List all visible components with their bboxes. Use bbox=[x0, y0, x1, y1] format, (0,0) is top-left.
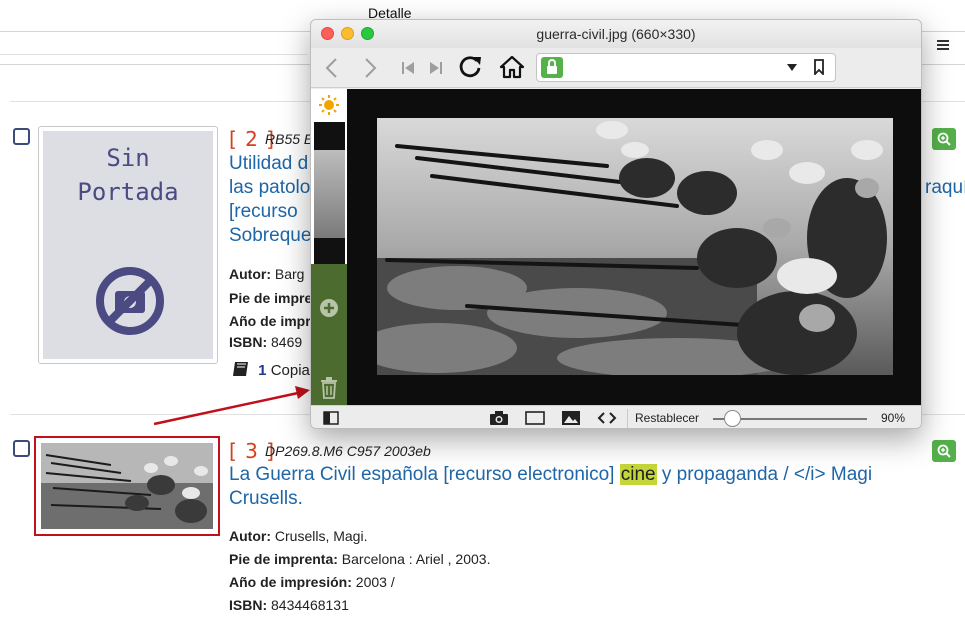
title-line[interactable]: [recurso bbox=[229, 200, 311, 224]
record-title-link[interactable]: Utilidad d las patolo [recurso Sobreque bbox=[229, 152, 311, 248]
cover-text-line: Sin bbox=[106, 144, 150, 172]
call-number: RB55 E bbox=[265, 131, 314, 147]
image-thumbnail[interactable] bbox=[314, 122, 345, 264]
bookmark-icon[interactable] bbox=[813, 59, 825, 75]
camera-icon[interactable] bbox=[489, 410, 509, 426]
home-icon[interactable] bbox=[499, 54, 525, 80]
thumbnail-photo bbox=[41, 443, 213, 529]
search-term-highlight: cine bbox=[619, 464, 657, 485]
field-author: Autor: Barg bbox=[229, 266, 305, 282]
sidebar-thumbnails bbox=[311, 89, 347, 264]
field-year: Año de impre bbox=[229, 313, 319, 329]
title-text[interactable]: y propaganda / </i> Magi bbox=[657, 464, 872, 485]
field-isbn: ISBN: 8469 bbox=[229, 334, 303, 350]
copies-link[interactable]: 1 Copia bbox=[232, 360, 310, 379]
title-bar: guerra-civil.jpg (660×330) bbox=[311, 20, 921, 48]
displayed-image bbox=[377, 118, 893, 375]
pointer-arrow bbox=[153, 386, 310, 426]
thumbnail-image bbox=[41, 443, 213, 529]
field-year: Año de impresión: 2003 / bbox=[229, 574, 395, 590]
book-icon bbox=[233, 362, 248, 376]
title-line[interactable]: las patolo bbox=[229, 176, 311, 200]
reset-zoom-button[interactable]: Restablecer bbox=[635, 411, 699, 425]
trash-icon[interactable] bbox=[320, 377, 338, 399]
status-bar: Restablecer 90% bbox=[311, 405, 921, 428]
zoom-percent: 90% bbox=[881, 411, 906, 425]
title-fragment[interactable]: raquí bbox=[925, 176, 965, 200]
dropdown-icon[interactable] bbox=[787, 64, 797, 72]
cover-text-line: Portada bbox=[77, 178, 179, 206]
select-record-checkbox[interactable] bbox=[13, 128, 30, 145]
title-line[interactable]: Utilidad d bbox=[229, 152, 311, 176]
title-text[interactable]: La Guerra Civil española [recurso electr… bbox=[229, 464, 620, 485]
menu-icon[interactable] bbox=[937, 40, 949, 52]
call-number: DP269.8.M6 C957 2003eb bbox=[265, 443, 431, 459]
toolbar bbox=[311, 48, 921, 88]
code-icon[interactable] bbox=[597, 412, 617, 424]
add-icon[interactable] bbox=[318, 297, 340, 319]
copies-label: Copia bbox=[270, 362, 310, 379]
select-record-checkbox[interactable] bbox=[13, 440, 30, 457]
field-isbn: ISBN: 8434468131 bbox=[229, 597, 349, 613]
field-imprint: Pie de impre bbox=[229, 290, 313, 306]
title-line[interactable]: Sobreque bbox=[229, 224, 311, 248]
zoom-in-icon bbox=[937, 132, 951, 146]
forward-icon[interactable] bbox=[363, 56, 379, 80]
zoom-button[interactable] bbox=[932, 440, 956, 462]
image-icon[interactable] bbox=[561, 410, 581, 426]
window-title: guerra-civil.jpg (660×330) bbox=[536, 26, 696, 42]
image-viewer-window: guerra-civil.jpg (660×330) Restablecer 9… bbox=[310, 19, 922, 429]
image-canvas[interactable] bbox=[347, 89, 921, 405]
record-title-link[interactable]: La Guerra Civil española [recurso electr… bbox=[229, 463, 929, 511]
secure-lock-icon bbox=[541, 57, 563, 78]
last-image-icon[interactable] bbox=[429, 61, 443, 75]
no-cover-placeholder: Sin Portada bbox=[38, 126, 218, 364]
zoom-button[interactable] bbox=[932, 128, 956, 150]
toggle-sidebar-icon[interactable] bbox=[323, 411, 339, 425]
title-line[interactable]: Crusells. bbox=[229, 487, 929, 511]
field-author: Autor: Crusells, Magi. bbox=[229, 528, 368, 544]
first-image-icon[interactable] bbox=[401, 61, 415, 75]
url-input[interactable] bbox=[536, 53, 836, 82]
record-thumbnail[interactable] bbox=[34, 436, 220, 536]
back-icon[interactable] bbox=[323, 56, 339, 80]
title-line[interactable]: La Guerra Civil española [recurso electr… bbox=[229, 463, 929, 487]
no-image-icon bbox=[96, 267, 164, 335]
catalog-page: Detalle Sin Portada [ 2 ] RB55 E Utilida… bbox=[0, 0, 965, 619]
thumbnail-sidebar bbox=[311, 89, 347, 405]
fit-window-icon[interactable] bbox=[525, 410, 545, 426]
copies-count: 1 bbox=[258, 362, 267, 379]
field-imprint: Pie de imprenta: Barcelona : Ariel , 200… bbox=[229, 551, 491, 567]
cover-text: Sin Portada bbox=[43, 141, 213, 209]
brightness-icon[interactable] bbox=[319, 95, 339, 115]
search-input[interactable] bbox=[0, 33, 307, 55]
reload-icon[interactable] bbox=[457, 54, 483, 80]
zoom-slider-knob[interactable] bbox=[723, 410, 741, 427]
zoom-in-icon bbox=[937, 444, 951, 458]
divider bbox=[627, 409, 628, 428]
